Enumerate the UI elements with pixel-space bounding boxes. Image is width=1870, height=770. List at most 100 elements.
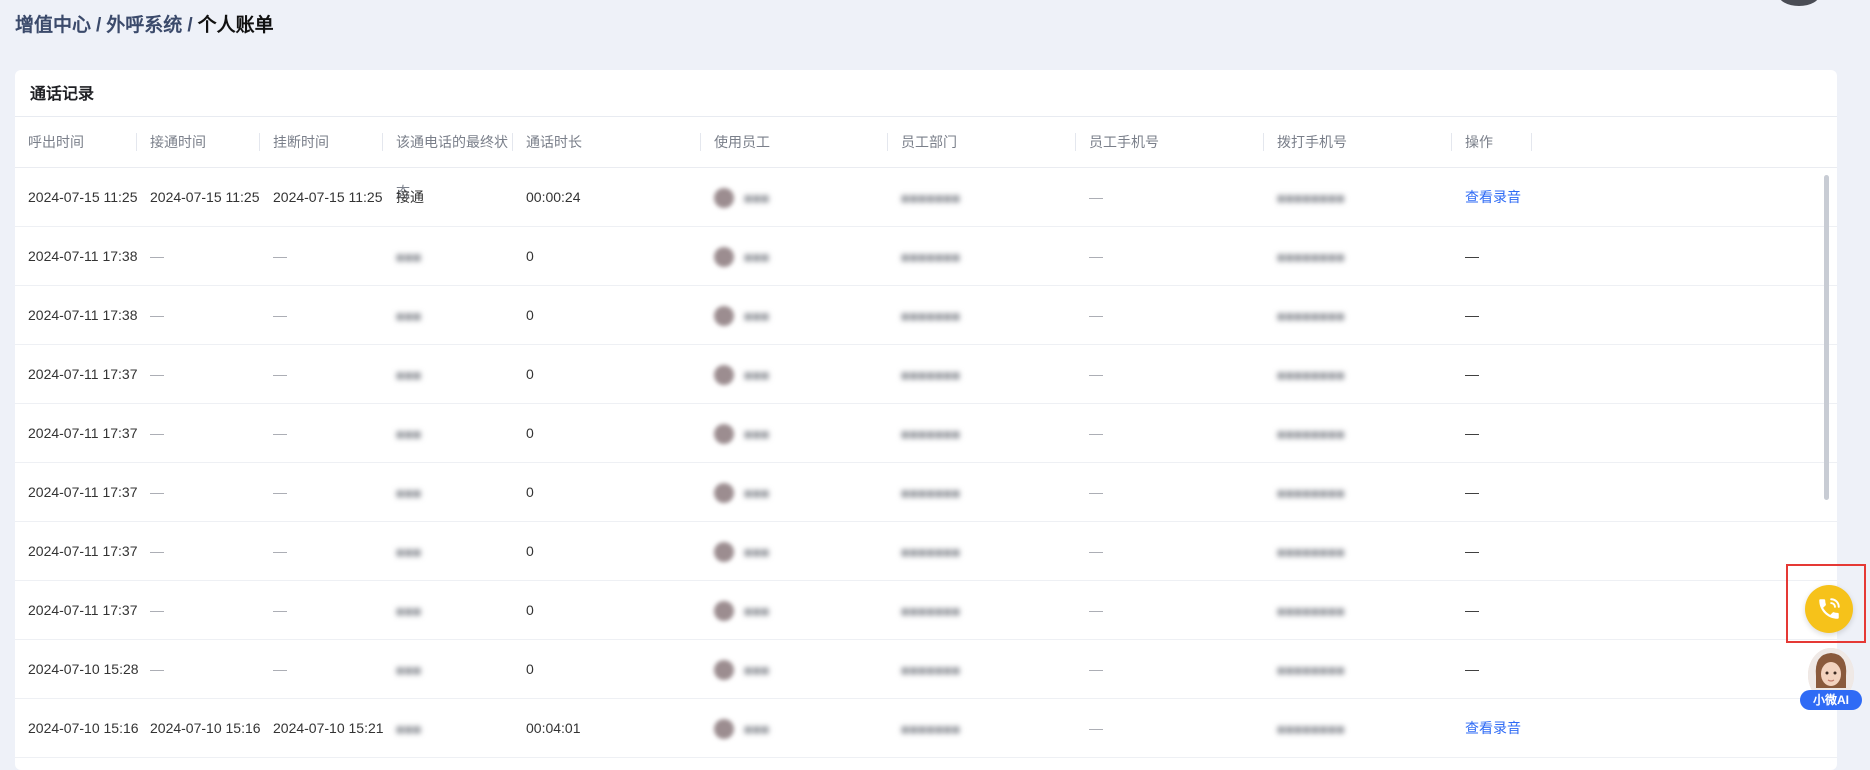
employee-mobile-value: —: [1089, 484, 1103, 500]
action-cell[interactable]: 查看录音: [1465, 699, 1532, 757]
phone-number-redacted: ■■■■■■■■: [1277, 603, 1345, 620]
employee-avatar: [714, 719, 734, 740]
employee-cell: ■■■: [714, 463, 888, 521]
scrollbar[interactable]: [1824, 175, 1829, 500]
department-cell: ■■■■■■■: [901, 227, 1076, 285]
department-redacted: ■■■■■■■: [901, 603, 961, 620]
column-separator: [1451, 133, 1452, 151]
breadcrumb: 增值中心 / 外呼系统 / 个人账单: [15, 10, 274, 37]
call-duration-value: 0: [526, 307, 534, 323]
breadcrumb-current: 个人账单: [197, 15, 274, 36]
employee-mobile-cell: —: [1089, 640, 1264, 698]
hangup-time-value: —: [273, 366, 287, 382]
hangup-time-value: —: [273, 661, 287, 677]
table-row: 2024-07-11 17:37— — ■■■ 0 ■■■ ■■■■■■■ — ■■■■■■■…: [15, 463, 1837, 522]
column-header: 员工手机号: [1089, 117, 1264, 167]
final-status-cell: ■■■: [396, 699, 513, 757]
employee-avatar: [714, 660, 734, 681]
dialed-number-cell: ■■■■■■■■: [1277, 286, 1452, 344]
hangup-time-value: 2024-07-10 15:21: [273, 720, 384, 736]
connected-time-cell: —: [150, 463, 260, 521]
hangup-time-cell: —: [273, 522, 383, 580]
column-header: 通话时长: [526, 117, 701, 167]
hangup-time-cell: —: [273, 463, 383, 521]
hangup-time-cell: —: [273, 640, 383, 698]
department-cell: ■■■■■■■: [901, 581, 1076, 639]
employee-mobile-cell: —: [1089, 404, 1264, 462]
table-row: 2024-07-11 17:37— — ■■■ 0 ■■■ ■■■■■■■ — ■■■■■■■…: [15, 404, 1837, 463]
hangup-time-value: 2024-07-15 11:25: [273, 189, 383, 205]
phone-number-redacted: ■■■■■■■■: [1277, 308, 1345, 325]
employee-mobile-value: —: [1089, 661, 1103, 677]
hangup-time-cell: —: [273, 404, 383, 462]
employee-avatar: [714, 365, 734, 386]
column-header: 员工部门: [901, 117, 1076, 167]
column-header: 接通时间: [150, 117, 260, 167]
employee-avatar: [714, 247, 734, 268]
call-out-time-cell: 2024-07-11 17:37: [28, 345, 138, 403]
final-status-cell: ■■■: [396, 286, 513, 344]
view-recording-link[interactable]: 查看录音: [1465, 189, 1521, 205]
employee-mobile-cell: —: [1089, 522, 1264, 580]
employee-mobile-cell: —: [1089, 345, 1264, 403]
employee-name-redacted: ■■■: [744, 662, 770, 679]
ai-assistant-button[interactable]: 小微AI: [1800, 648, 1862, 710]
breadcrumb-level1[interactable]: 增值中心: [15, 15, 91, 36]
employee-name-redacted: ■■■: [744, 426, 770, 443]
phone-number-redacted: ■■■■■■■■: [1277, 485, 1345, 502]
call-out-time-value: 2024-07-11 17:38: [28, 248, 138, 264]
column-separator: [512, 133, 513, 151]
final-status-cell: ■■■: [396, 345, 513, 403]
column-separator: [259, 133, 260, 151]
employee-mobile-cell: —: [1089, 699, 1264, 757]
department-cell: ■■■■■■■: [901, 640, 1076, 698]
column-separator: [700, 133, 701, 151]
call-out-time-value: 2024-07-11 17:37: [28, 543, 138, 559]
action-cell: —: [1465, 227, 1532, 285]
call-out-time-value: 2024-07-10 15:16: [28, 720, 139, 736]
action-cell[interactable]: 查看录音: [1465, 168, 1532, 226]
dialed-number-cell: ■■■■■■■■: [1277, 522, 1452, 580]
connected-time-value: —: [150, 425, 164, 441]
status-redacted: ■■■: [396, 721, 422, 738]
call-out-time-value: 2024-07-11 17:37: [28, 366, 138, 382]
breadcrumb-separator: /: [187, 15, 193, 36]
employee-mobile-value: —: [1089, 366, 1103, 382]
top-corner-button[interactable]: [1778, 0, 1820, 6]
call-out-time-cell: 2024-07-15 11:25: [28, 168, 138, 226]
employee-mobile-value: —: [1089, 189, 1103, 205]
employee-cell: ■■■: [714, 227, 888, 285]
breadcrumb-level2[interactable]: 外呼系统: [106, 15, 182, 36]
connected-time-cell: —: [150, 581, 260, 639]
employee-mobile-cell: —: [1089, 463, 1264, 521]
call-duration-value: 0: [526, 366, 534, 382]
action-value: —: [1465, 307, 1479, 323]
final-status-cell: 接通: [396, 168, 513, 226]
view-recording-link[interactable]: 查看录音: [1465, 720, 1521, 736]
action-value: —: [1465, 543, 1479, 559]
call-records-card: 通话记录 呼出时间 接通时间 挂断时间 该通电话的最终状态 通话时长 使用员工 员工部门 员工…: [15, 70, 1837, 770]
department-redacted: ■■■■■■■: [901, 485, 961, 502]
call-out-time-value: 2024-07-11 17:38: [28, 307, 138, 323]
action-value: —: [1465, 484, 1479, 500]
action-cell: —: [1465, 404, 1532, 462]
table-row: 2024-07-11 17:38— — ■■■ 0 ■■■ ■■■■■■■ — ■■■■■■■…: [15, 286, 1837, 345]
status-redacted: ■■■: [396, 367, 422, 384]
hangup-time-cell: —: [273, 581, 383, 639]
column-separator: [382, 133, 383, 151]
action-cell: —: [1465, 345, 1532, 403]
status-redacted: ■■■: [396, 544, 422, 561]
table-row: 2024-07-11 17:38— — ■■■ 0 ■■■ ■■■■■■■ — ■■■■■■■…: [15, 227, 1837, 286]
table-row: 2024-07-11 17:37— — ■■■ 0 ■■■ ■■■■■■■ — ■■■■■■■…: [15, 581, 1837, 640]
department-redacted: ■■■■■■■: [901, 544, 961, 561]
dialed-number-cell: ■■■■■■■■: [1277, 345, 1452, 403]
employee-cell: ■■■: [714, 286, 888, 344]
employee-mobile-value: —: [1089, 602, 1103, 618]
column-header: 呼出时间: [28, 117, 137, 167]
department-redacted: ■■■■■■■: [901, 721, 961, 738]
final-status-cell: ■■■: [396, 404, 513, 462]
call-button[interactable]: [1805, 585, 1853, 633]
connected-time-cell: —: [150, 227, 260, 285]
employee-avatar: [714, 424, 734, 445]
employee-cell: ■■■: [714, 345, 888, 403]
